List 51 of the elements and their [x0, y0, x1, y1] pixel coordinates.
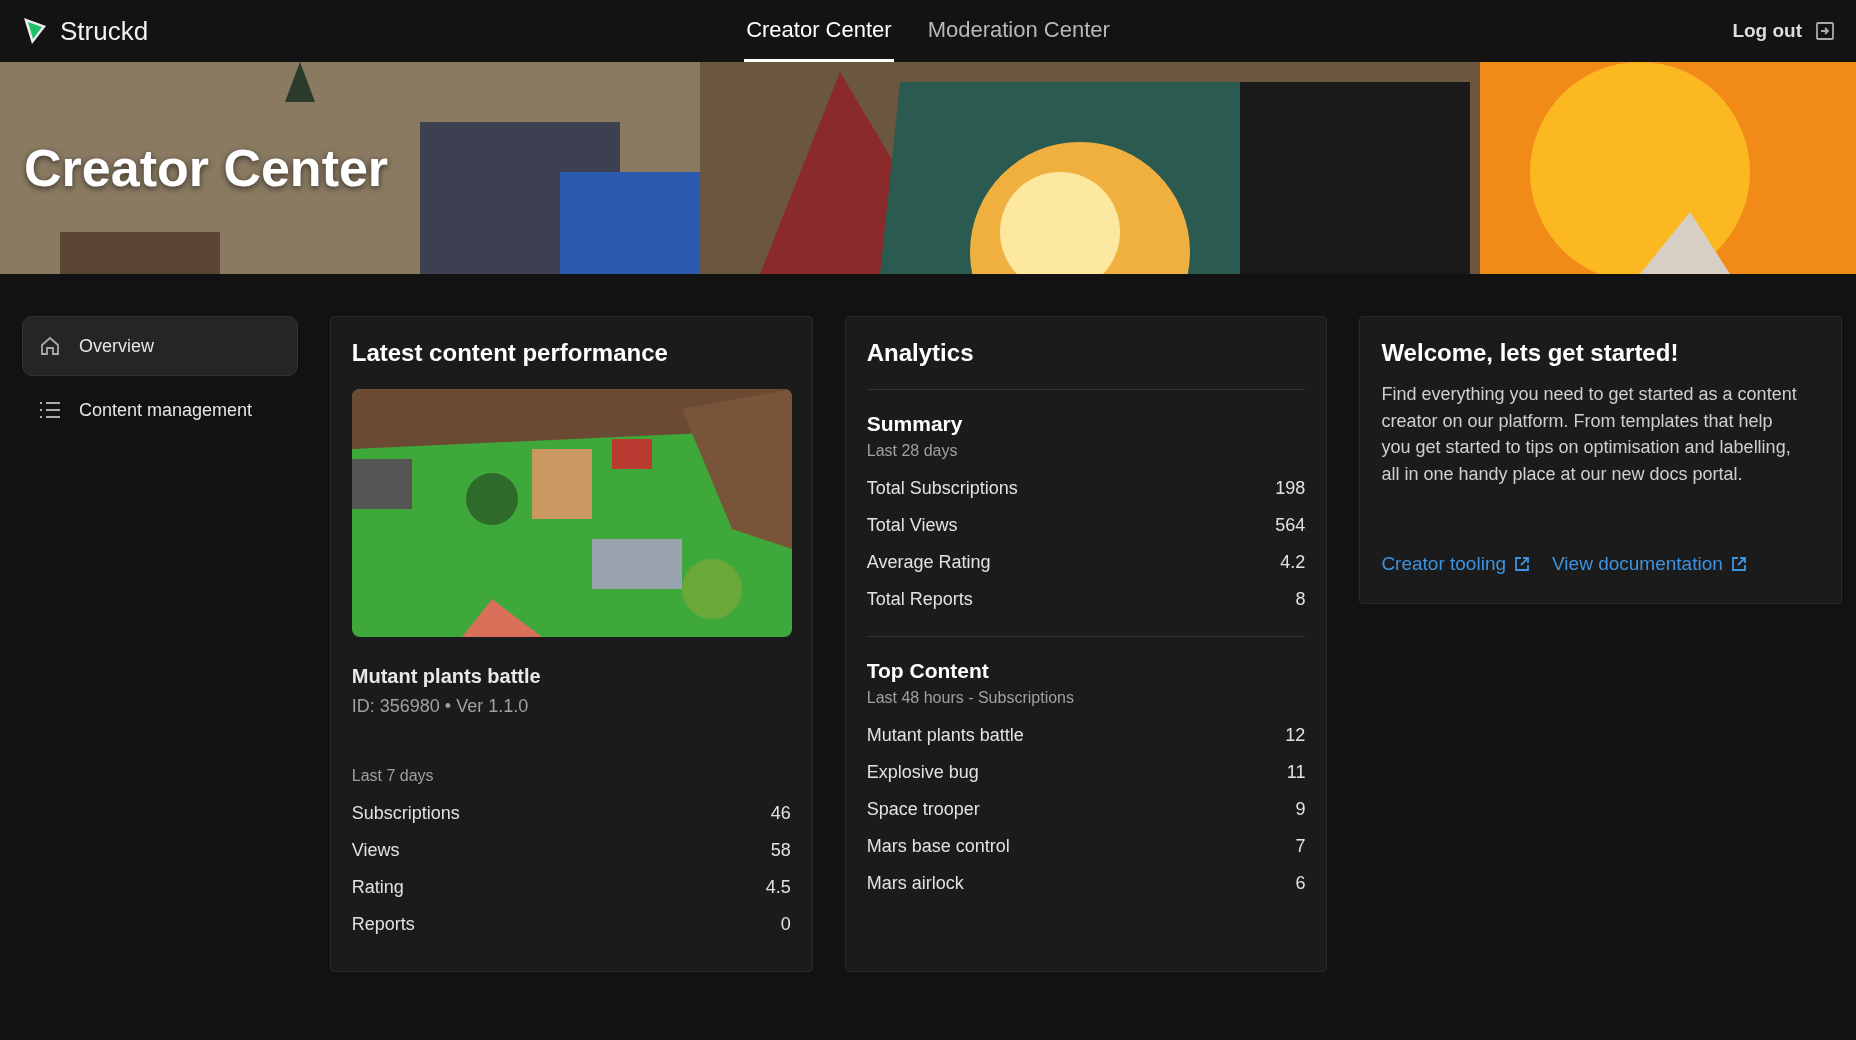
card-title: Latest content performance: [351, 339, 669, 367]
external-link-icon: [1514, 556, 1530, 572]
stat-value: 11: [1286, 762, 1306, 783]
logout-icon: [1816, 22, 1834, 40]
welcome-text: Find everything you need to get started as a content creator on our platform. From templates that help you get started to tips on optimisation and labelling, all in one handy place at our new docs portal.: [1381, 383, 1798, 486]
period-label: Last 48 hours - Subscriptions: [866, 689, 1075, 707]
sidebar-item[interactable]: Overview: [22, 316, 298, 376]
stat-value: 564: [1275, 515, 1306, 536]
stat-label: Space trooper: [866, 799, 980, 820]
stat-label: Subscriptions: [351, 803, 460, 824]
period-label: Last 28 days: [866, 442, 959, 460]
stat-label: Mutant plants battle: [866, 725, 1024, 746]
stat-value: 9: [1295, 799, 1306, 820]
stat-label: Total Reports: [866, 589, 973, 610]
stat-value: 4.5: [765, 877, 791, 898]
stat-label: Total Views: [866, 515, 958, 536]
stat-value: 46: [770, 803, 791, 824]
stat-label: Reports: [351, 914, 415, 935]
stat-label: Mars airlock: [866, 873, 964, 894]
stat-value: 7: [1295, 836, 1306, 857]
stat-label: Average Rating: [866, 552, 991, 573]
doc-link[interactable]: Creator tooling: [1381, 553, 1530, 575]
brand-name: Struckd: [60, 15, 149, 47]
page-title: Creator Center: [24, 138, 389, 198]
content-name: Mutant plants battle: [351, 665, 542, 688]
stat-value: 198: [1275, 478, 1306, 499]
section-title: Top Content: [866, 659, 990, 683]
list-icon: [39, 401, 61, 419]
doc-link[interactable]: View documentation: [1552, 553, 1747, 575]
card-title: Analytics: [866, 339, 975, 367]
card-title: Welcome, lets get started!: [1381, 339, 1680, 367]
stat-label: Views: [351, 840, 400, 861]
stat-value: 12: [1285, 725, 1306, 746]
stat-value: 8: [1295, 589, 1306, 610]
home-icon: [39, 335, 61, 357]
period-label: Last 7 days: [351, 767, 435, 785]
logout-link[interactable]: Log out: [1732, 20, 1834, 42]
external-link-icon: [1730, 556, 1747, 572]
stat-label: Total Subscriptions: [866, 478, 1018, 499]
nav-tab[interactable]: Moderation Center: [925, 0, 1112, 62]
stat-value: 0: [780, 914, 791, 935]
stat-label: Rating: [351, 877, 404, 898]
sidebar-item[interactable]: Content management: [22, 380, 298, 440]
stat-label: Mars base control: [866, 836, 1010, 857]
stat-value: 58: [770, 840, 791, 861]
stat-label: Explosive bug: [866, 762, 979, 783]
content-meta: ID: 356980 • Ver 1.1.0: [351, 696, 530, 717]
section-title: Summary: [866, 412, 964, 436]
logo-icon: [22, 16, 48, 46]
stat-value: 4.2: [1280, 552, 1306, 573]
stat-value: 6: [1295, 873, 1306, 894]
